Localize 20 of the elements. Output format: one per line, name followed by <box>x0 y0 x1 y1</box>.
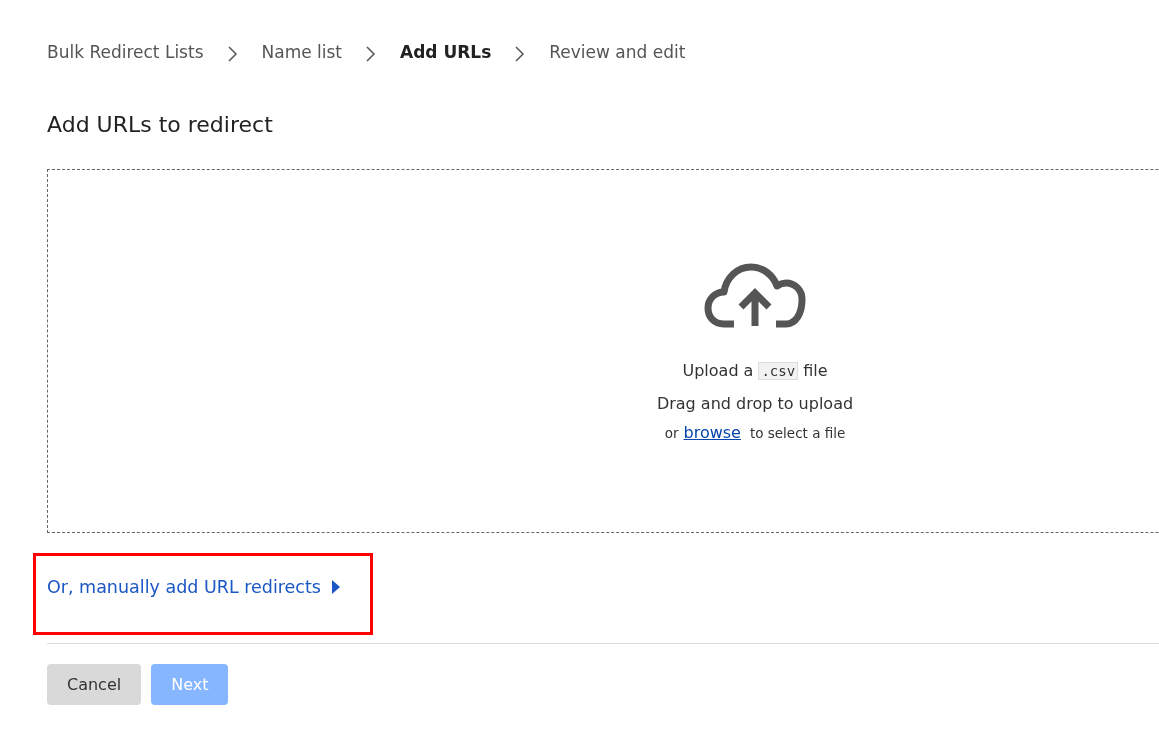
cloud-upload-icon <box>704 262 806 328</box>
breadcrumb-item[interactable]: Bulk Redirect Lists <box>47 42 204 62</box>
dropzone[interactable]: Upload a .csv file Drag and drop to upload or browse to select a file <box>47 169 1159 533</box>
breadcrumb-item[interactable]: Add URLs <box>400 42 492 62</box>
breadcrumb-item[interactable]: Review and edit <box>549 42 686 62</box>
file-type-code: .csv <box>758 361 799 380</box>
drag-drop-text: Drag and drop to upload <box>656 394 854 413</box>
select-file-text: to select a file <box>749 424 846 441</box>
upload-text: Upload a <box>682 361 754 380</box>
chevron-icon <box>227 46 238 62</box>
page-title: Add URLs to redirect <box>47 111 274 139</box>
breadcrumb-item[interactable]: Name list <box>261 42 343 62</box>
cancel-button[interactable]: Cancel <box>47 664 142 705</box>
chevron-icon <box>515 46 526 62</box>
chevron-icon <box>366 46 377 62</box>
upload-text: file <box>803 361 828 380</box>
browse-link[interactable]: browse <box>683 423 741 442</box>
manual-add-toggle[interactable]: Or, manually add URL redirects <box>47 577 341 597</box>
or-text: or <box>664 424 679 441</box>
caret-icon <box>330 579 341 595</box>
